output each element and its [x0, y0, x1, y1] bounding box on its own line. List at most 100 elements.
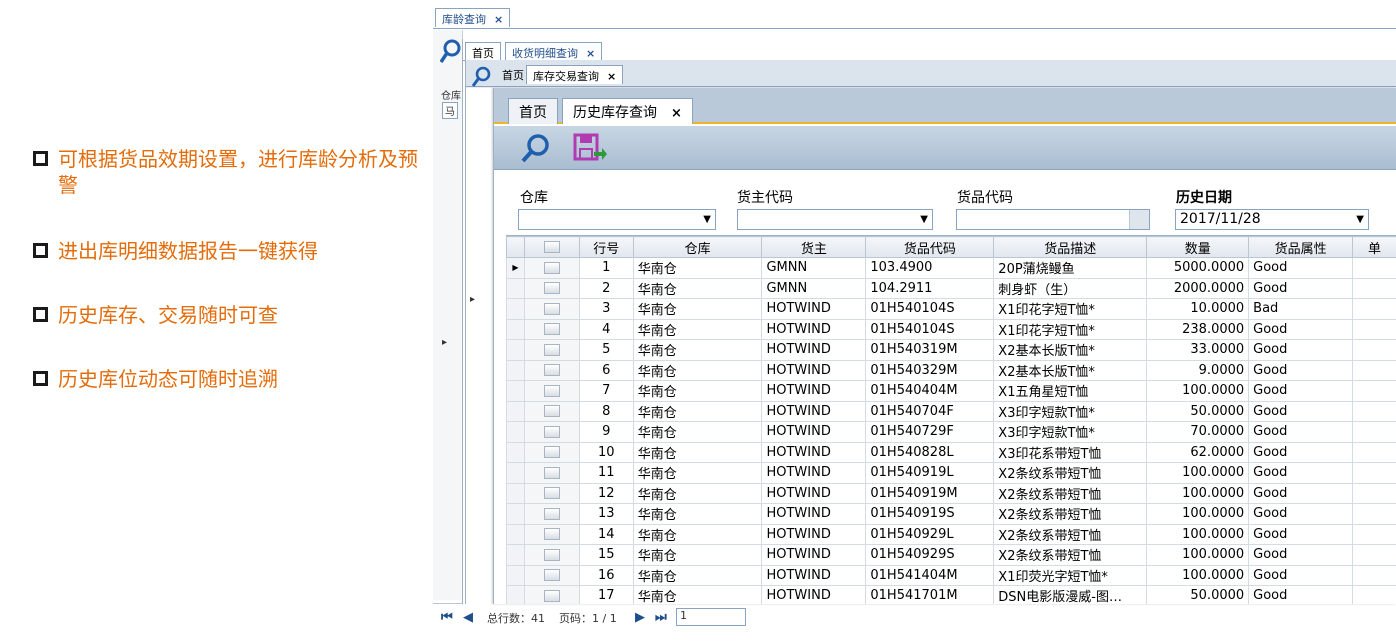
cell-row-number[interactable]: 1 [578, 257, 634, 279]
table-row[interactable]: 15 华南仓 HOTWIND 01H540929S X2条纹系带短T恤 100.0000 G… [506, 544, 1396, 566]
cell-item-attribute[interactable]: Good [1248, 441, 1353, 463]
search-icon[interactable] [440, 38, 462, 64]
cell-item-attribute[interactable]: Good [1248, 421, 1353, 443]
cell-item-description[interactable]: X2基本长版T恤* [993, 359, 1148, 381]
cell-item-description[interactable]: X1印花字短T恤* [993, 298, 1148, 320]
cell-item-attribute[interactable]: Good [1248, 462, 1353, 484]
cell-warehouse[interactable]: 华南仓 [632, 339, 763, 361]
column-header[interactable]: 数量 [1146, 236, 1250, 258]
prev-page-icon[interactable]: ◀ [463, 610, 473, 625]
cell-warehouse[interactable]: 华南仓 [632, 503, 763, 525]
row-checkbox[interactable] [543, 589, 560, 602]
row-select-cell[interactable] [523, 585, 580, 604]
cell-owner[interactable]: HOTWIND [761, 359, 867, 381]
cell-quantity[interactable]: 100.0000 [1146, 523, 1250, 545]
cell-item-code[interactable]: 01H540919S [865, 503, 995, 525]
cell-item-attribute[interactable]: Good [1248, 359, 1353, 381]
cell-item-attribute[interactable]: Good [1248, 503, 1353, 525]
cell-item-description[interactable]: 刺身虾（生） [993, 277, 1148, 299]
cell-extra[interactable] [1352, 482, 1396, 504]
cell-quantity[interactable]: 70.0000 [1146, 421, 1250, 443]
cell-item-code[interactable]: 01H541701M [865, 585, 995, 604]
row-select-cell[interactable] [523, 277, 580, 299]
cell-item-code[interactable]: 01H540104S [865, 318, 995, 340]
row-select-cell[interactable] [523, 380, 580, 402]
cell-row-number[interactable]: 8 [578, 400, 634, 422]
row-checkbox[interactable] [543, 323, 560, 336]
row-select-cell[interactable] [523, 564, 580, 586]
warehouse-field[interactable]: 马 [442, 102, 458, 119]
tab-receiving-detail[interactable]: 收货明细查询 × [505, 42, 603, 61]
tab-history-inventory[interactable]: 历史库存查询 × [562, 98, 693, 124]
cell-quantity[interactable]: 238.0000 [1146, 318, 1250, 340]
row-checkbox[interactable] [543, 384, 560, 397]
row-select-cell[interactable] [523, 544, 580, 566]
page-input[interactable]: 1 [676, 608, 746, 626]
cell-owner[interactable]: HOTWIND [761, 318, 867, 340]
row-checkbox[interactable] [543, 446, 560, 459]
cell-item-description[interactable]: X3印花系带短T恤 [993, 441, 1148, 463]
cell-warehouse[interactable]: 华南仓 [632, 359, 763, 381]
cell-warehouse[interactable]: 华南仓 [632, 380, 763, 402]
cell-warehouse[interactable]: 华南仓 [632, 564, 763, 586]
tab-home[interactable]: 首页 [508, 98, 558, 124]
last-page-icon[interactable]: ⏭ [655, 610, 667, 625]
row-select-cell[interactable] [523, 359, 580, 381]
cell-owner[interactable]: HOTWIND [761, 585, 867, 604]
table-row[interactable]: 2 华南仓 GMNN 104.2911 刺身虾（生） 2000.0000 Good [506, 277, 1396, 299]
cell-owner[interactable]: GMNN [761, 277, 867, 299]
cell-extra[interactable] [1352, 441, 1396, 463]
cell-item-attribute[interactable]: Good [1248, 482, 1353, 504]
cell-extra[interactable] [1352, 298, 1396, 320]
table-row[interactable]: 6 华南仓 HOTWIND 01H540329M X2基本长版T恤* 9.0000 Good [506, 359, 1396, 381]
table-row[interactable]: 10 华南仓 HOTWIND 01H540828L X3印花系带短T恤 62.0000 Go… [506, 441, 1396, 463]
cell-item-description[interactable]: X2基本长版T恤* [993, 339, 1148, 361]
column-header[interactable]: 货品描述 [993, 236, 1148, 258]
row-select-cell[interactable] [523, 462, 580, 484]
close-icon[interactable]: × [607, 70, 616, 83]
row-select-cell[interactable] [523, 339, 580, 361]
cell-item-attribute[interactable]: Good [1248, 523, 1353, 545]
cell-quantity[interactable]: 33.0000 [1146, 339, 1250, 361]
cell-row-number[interactable]: 3 [578, 298, 634, 320]
cell-owner[interactable]: HOTWIND [761, 400, 867, 422]
cell-extra[interactable] [1352, 585, 1396, 604]
cell-extra[interactable] [1352, 544, 1396, 566]
cell-item-attribute[interactable]: Good [1248, 400, 1353, 422]
row-select-cell[interactable] [523, 257, 580, 279]
row-checkbox[interactable] [543, 548, 560, 561]
cell-item-attribute[interactable]: Good [1248, 585, 1353, 604]
table-row[interactable]: 4 华南仓 HOTWIND 01H540104S X1印花字短T恤* 238.0000 Go… [506, 318, 1396, 340]
cell-warehouse[interactable]: 华南仓 [632, 277, 763, 299]
cell-item-code[interactable]: 01H540919M [865, 482, 995, 504]
save-export-icon[interactable] [572, 132, 608, 164]
row-select-cell[interactable] [523, 441, 580, 463]
row-indicator[interactable] [506, 298, 525, 320]
row-indicator[interactable] [506, 318, 525, 340]
cell-item-description[interactable]: X3印字短款T恤* [993, 421, 1148, 443]
row-checkbox[interactable] [543, 425, 560, 438]
table-row[interactable]: 7 华南仓 HOTWIND 01H540404M X1五角星短T恤 100.0000 Goo… [506, 380, 1396, 402]
cell-item-attribute[interactable]: Good [1248, 564, 1353, 586]
cell-row-number[interactable]: 2 [578, 277, 634, 299]
cell-row-number[interactable]: 10 [578, 441, 634, 463]
cell-owner[interactable]: HOTWIND [761, 503, 867, 525]
dropdown-arrow-icon[interactable]: ▼ [703, 210, 711, 229]
cell-item-code[interactable]: 01H540919L [865, 462, 995, 484]
cell-item-description[interactable]: X1五角星短T恤 [993, 380, 1148, 402]
cell-item-description[interactable]: X1印花字短T恤* [993, 318, 1148, 340]
row-indicator[interactable] [506, 277, 525, 299]
cell-quantity[interactable]: 100.0000 [1146, 503, 1250, 525]
search-icon[interactable] [518, 132, 552, 164]
cell-extra[interactable] [1352, 380, 1396, 402]
cell-quantity[interactable]: 5000.0000 [1146, 257, 1250, 279]
cell-item-attribute[interactable]: Good [1248, 339, 1353, 361]
row-indicator[interactable]: ▶ [506, 257, 525, 279]
cell-quantity[interactable]: 100.0000 [1146, 380, 1250, 402]
table-row[interactable]: 8 华南仓 HOTWIND 01H540704F X3印字短款T恤* 50.0000 Goo… [506, 400, 1396, 422]
row-checkbox[interactable] [543, 364, 560, 377]
cell-row-number[interactable]: 4 [578, 318, 634, 340]
row-select-cell[interactable] [523, 523, 580, 545]
cell-item-code[interactable]: 104.2911 [865, 277, 995, 299]
cell-item-attribute[interactable]: Good [1248, 380, 1353, 402]
